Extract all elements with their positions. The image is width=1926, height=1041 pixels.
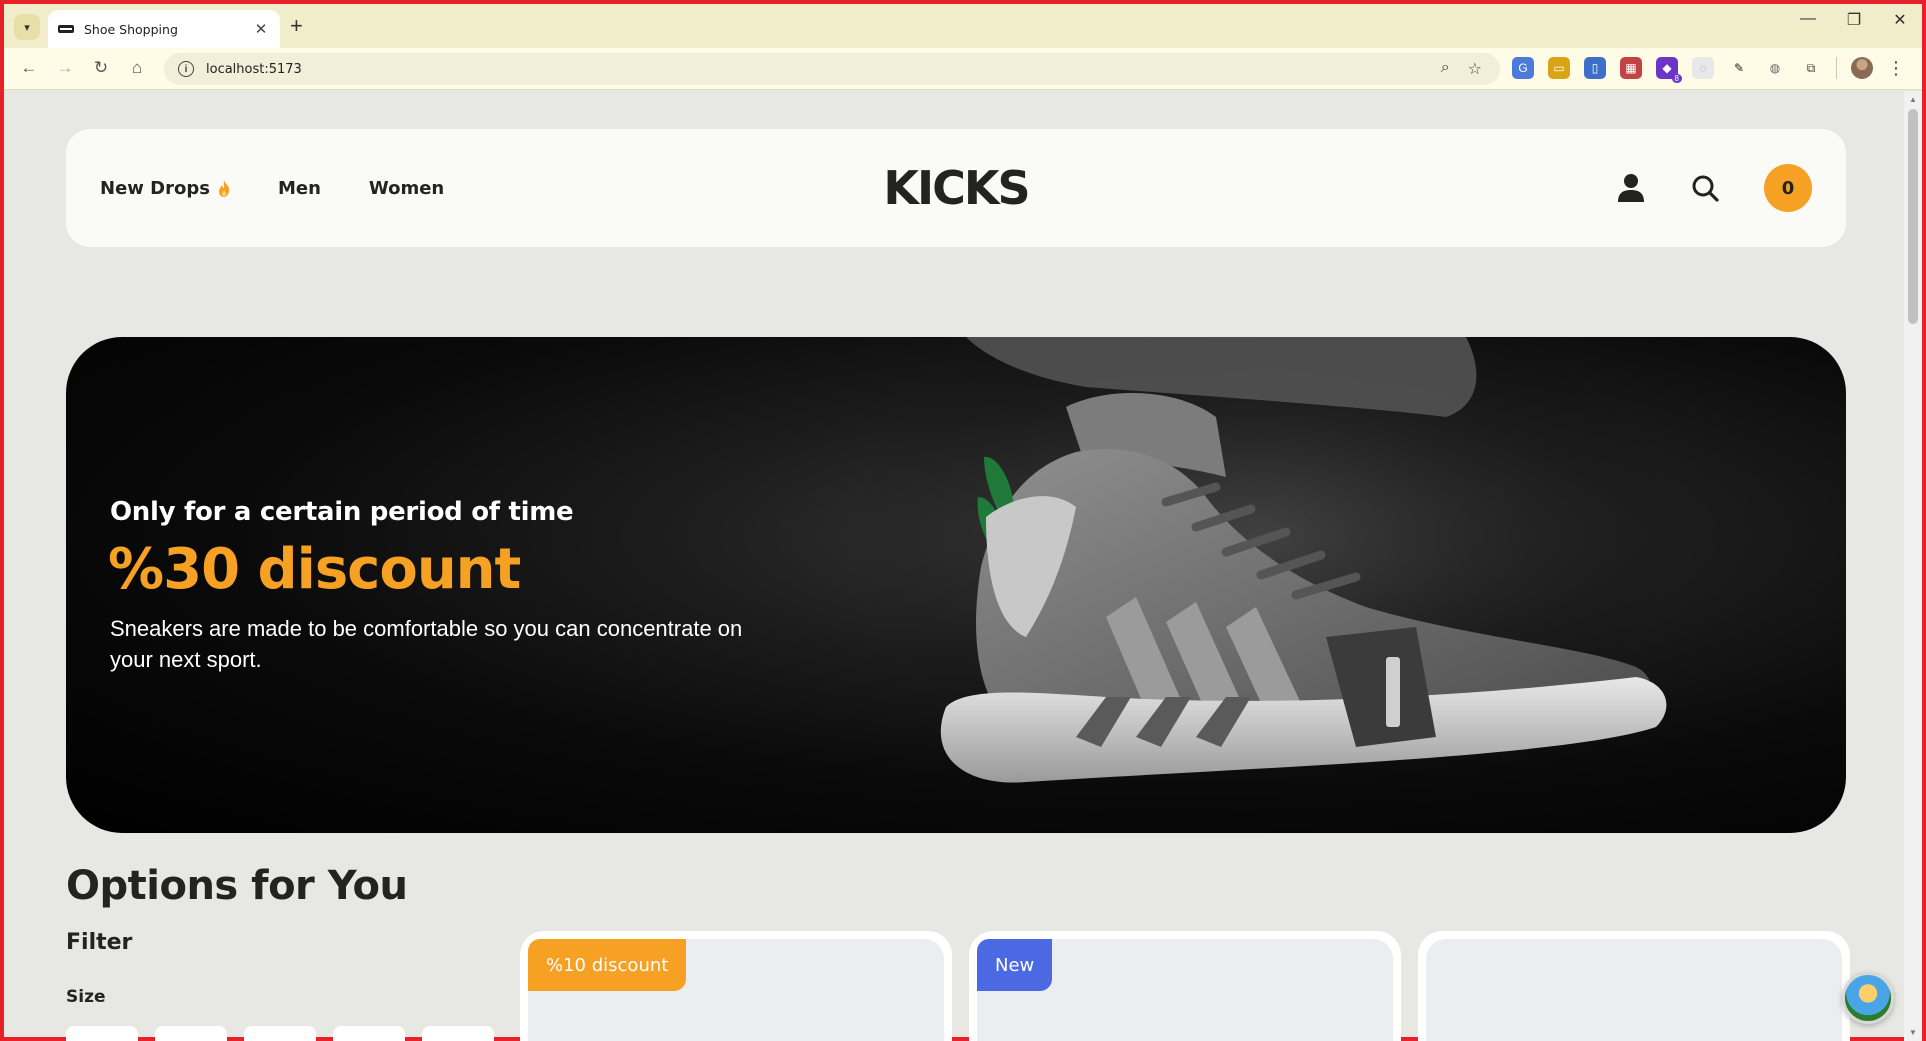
size-chip-grid [66, 1026, 494, 1041]
window-controls: — ❐ ✕ [1800, 10, 1908, 30]
page-viewport: New Drops Men Women KICKS 0 Only for a c… [4, 91, 1904, 1041]
browser-menu-icon[interactable]: ⋮ [1887, 58, 1905, 79]
cart-button[interactable]: 0 [1764, 164, 1812, 212]
user-icon[interactable] [1616, 173, 1646, 203]
bookmark-star-icon[interactable]: ☆ [1468, 59, 1482, 79]
back-icon[interactable]: ← [18, 58, 40, 78]
search-icon[interactable] [1690, 173, 1720, 203]
extension-badge: 8 [1671, 74, 1682, 83]
tab-title: Shoe Shopping [84, 21, 178, 37]
profile-avatar[interactable] [1851, 57, 1873, 79]
flame-icon [218, 179, 230, 197]
options-section-title: Options for You [66, 863, 408, 909]
minimize-icon[interactable]: — [1800, 10, 1816, 30]
product-image-area [1426, 939, 1842, 1041]
zoom-icon[interactable]: ⌕ [1441, 59, 1450, 79]
hero-banner: Only for a certain period of time %30 di… [66, 337, 1846, 833]
hero-description: Sneakers are made to be comfortable so y… [110, 616, 743, 672]
extension-icon-6[interactable]: ◌ [1692, 57, 1714, 79]
new-tab-button[interactable]: + [290, 14, 303, 38]
extension-icon-3[interactable]: ▯ [1584, 57, 1606, 79]
floating-assistant-icon[interactable] [1842, 972, 1894, 1024]
kicks-favicon-icon [58, 25, 74, 33]
size-heading: Size [66, 987, 106, 1007]
scrollbar-thumb[interactable] [1908, 109, 1918, 324]
restore-icon[interactable]: ❐ [1846, 10, 1862, 30]
nav-men[interactable]: Men [278, 178, 321, 199]
product-card[interactable]: %10 discount [520, 931, 952, 1041]
page-scrollbar[interactable]: ▲ ▼ [1904, 91, 1922, 1041]
close-window-icon[interactable]: ✕ [1892, 10, 1908, 30]
discount-badge: %10 discount [528, 939, 687, 991]
size-chip[interactable] [155, 1026, 227, 1041]
toolbar-divider [1836, 57, 1837, 79]
browser-tab[interactable]: Shoe Shopping ✕ [48, 10, 280, 48]
product-image-area: %10 discount [528, 939, 944, 1041]
hero-subtitle: Only for a certain period of time [110, 497, 574, 527]
size-chip[interactable] [422, 1026, 494, 1041]
site-header: New Drops Men Women KICKS 0 [66, 129, 1846, 247]
main-nav: New Drops Men Women [100, 129, 444, 247]
size-chip[interactable] [66, 1026, 138, 1041]
extension-icon-2[interactable]: ▭ [1548, 57, 1570, 79]
nav-new-drops[interactable]: New Drops [100, 178, 230, 199]
extension-icon-4[interactable]: ▦ [1620, 57, 1642, 79]
close-tab-icon[interactable]: ✕ [252, 20, 270, 38]
header-actions: 0 [1616, 164, 1812, 212]
size-chip[interactable] [244, 1026, 316, 1041]
address-bar[interactable]: i localhost:5173 ⌕ ☆ [164, 53, 1500, 85]
extensions-puzzle-icon[interactable]: ⧉ [1800, 57, 1822, 79]
scroll-up-icon[interactable]: ▲ [1909, 95, 1917, 104]
cart-count: 0 [1781, 177, 1795, 199]
size-chip[interactable] [333, 1026, 405, 1041]
site-info-icon[interactable]: i [178, 61, 194, 77]
reload-icon[interactable]: ↻ [90, 58, 112, 78]
filter-heading: Filter [66, 930, 133, 955]
nav-women[interactable]: Women [369, 178, 444, 199]
browser-toolbar: ← → ↻ ⌂ i localhost:5173 ⌕ ☆ G ▭ ▯ ▦ ◆ 8 … [4, 48, 1922, 90]
extensions-area: G ▭ ▯ ▦ ◆ 8 ◌ ✎ ◍ ⧉ ⋮ [1512, 57, 1905, 83]
nav-women-label: Women [368, 177, 445, 199]
eyedropper-icon[interactable]: ✎ [1728, 57, 1750, 79]
kicks-logo[interactable]: KICKS [883, 165, 1030, 211]
nav-men-label: Men [277, 177, 321, 199]
extension-icon-5[interactable]: ◆ 8 [1656, 57, 1682, 83]
tab-search-button[interactable]: ▾ [14, 14, 40, 40]
home-icon[interactable]: ⌂ [126, 58, 148, 78]
product-card[interactable]: New [969, 931, 1401, 1041]
scroll-down-icon[interactable]: ▼ [1909, 1028, 1917, 1037]
nav-new-drops-label: New Drops [100, 177, 210, 199]
extension-icon-8[interactable]: ◍ [1764, 57, 1786, 79]
product-image-area: New [977, 939, 1393, 1041]
hero-title: %30 discount [108, 537, 521, 602]
product-card[interactable] [1418, 931, 1850, 1041]
new-badge: New [977, 939, 1053, 991]
translate-extension-icon[interactable]: G [1512, 57, 1534, 79]
url-text: localhost:5173 [206, 61, 302, 77]
browser-tab-bar: ▾ Shoe Shopping ✕ + — ❐ ✕ [4, 4, 1922, 48]
forward-icon[interactable]: → [54, 58, 76, 78]
